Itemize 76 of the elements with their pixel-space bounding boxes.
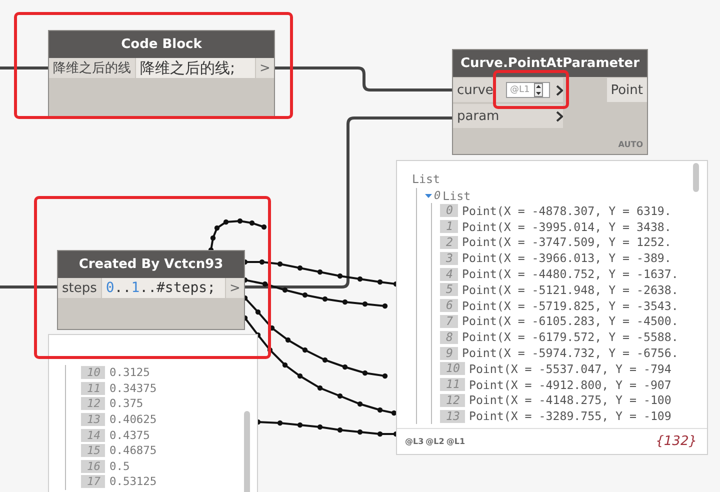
- node-title: Code Block: [49, 31, 274, 58]
- point-value: Point(X = -5974.732, Y = -6756.: [462, 346, 678, 360]
- output-port[interactable]: Point: [606, 78, 647, 102]
- item-index: 10: [440, 362, 465, 376]
- input-port[interactable]: param: [453, 104, 563, 128]
- level-label: @L2: [426, 437, 444, 446]
- point-value: Point(X = -4148.275, Y = -100: [468, 393, 672, 408]
- item-index: 2: [440, 236, 458, 249]
- connector-wire: [0, 286, 57, 288]
- spinner-arrows-icon[interactable]: [534, 83, 543, 97]
- point-value: Point(X = -5537.047, Y = -794: [468, 362, 672, 376]
- item-index: 14: [81, 428, 106, 442]
- number-value: 0.53125: [109, 475, 157, 488]
- item-index: 4: [440, 268, 458, 281]
- point-value: Point(X = -5121.948, Y = -2638.: [462, 282, 678, 297]
- triangle-down-icon[interactable]: [425, 192, 432, 199]
- item-index: 17: [81, 475, 106, 488]
- item-index: 16: [81, 460, 106, 473]
- number-value: 0.375: [109, 397, 144, 410]
- input-port[interactable]: 降维之后的线: [49, 58, 135, 78]
- dotted-curve: [208, 218, 267, 253]
- number-value: 0.3125: [109, 366, 150, 380]
- scrollbar-thumb[interactable]: [693, 163, 699, 192]
- item-index: 12: [81, 397, 106, 410]
- point-value: Point(X = -4878.307, Y = 6319.: [462, 204, 672, 218]
- number-value: 0.5: [109, 460, 130, 473]
- item-index: 11: [81, 382, 106, 395]
- point-value: Point(X = -3995.014, Y = 3438.: [462, 220, 672, 234]
- node-title: Curve.PointAtParameter: [453, 50, 647, 77]
- item-index: 1: [440, 220, 458, 234]
- connector-wire: [0, 66, 48, 70]
- number-value: 0.4375: [109, 428, 150, 442]
- node-title: Created By Vctcn93: [58, 251, 244, 278]
- code-field[interactable]: 0..1..#steps;: [102, 278, 225, 298]
- item-index: 7: [440, 314, 458, 328]
- point-value: Point(X = -4912.800, Y = -907: [468, 378, 672, 392]
- item-index: 9: [440, 346, 458, 360]
- code-block-node[interactable]: Created By Vctcn93 steps 0..1..#steps; >: [57, 250, 245, 330]
- number-value: 0.40625: [109, 413, 157, 426]
- input-port[interactable]: curve @L1: [453, 78, 563, 102]
- point-value: Point(X = -3289.755, Y = -109: [468, 409, 672, 424]
- item-index: 0: [440, 204, 458, 218]
- level-label: @L1: [446, 437, 466, 446]
- item-index: 11: [440, 378, 465, 392]
- output-port[interactable]: >: [226, 278, 244, 298]
- item-count: {132}: [656, 434, 697, 449]
- level-label: @L3: [405, 437, 424, 446]
- point-value: Point(X = -6105.283, Y = -4500.: [462, 314, 678, 328]
- point-value: Point(X = -6179.572, Y = -5588.: [462, 330, 678, 344]
- code-field[interactable]: 降维之后的线;: [136, 58, 255, 78]
- point-value: Point(X = -5719.825, Y = -3543.: [462, 298, 678, 313]
- item-index: 3: [440, 252, 458, 265]
- item-index: 15: [81, 444, 106, 458]
- item-index: 8: [440, 330, 458, 344]
- list-label: List: [442, 188, 471, 202]
- code-block-node[interactable]: Code Block 降维之后的线 降维之后的线; >: [48, 30, 275, 118]
- item-index: 13: [440, 410, 465, 423]
- scrollbar-thumb[interactable]: [244, 411, 250, 492]
- point-value: Point(X = -4480.752, Y = -1637.: [462, 267, 678, 282]
- curve-point-node[interactable]: Curve.PointAtParameter curve @L1 param Point AUTO: [452, 49, 648, 155]
- lacing-label: AUTO: [618, 140, 643, 149]
- item-index: 6: [440, 299, 458, 312]
- point-value: Point(X = -3966.013, Y = -389.: [462, 251, 672, 266]
- number-value: 0.46875: [109, 444, 157, 458]
- input-port[interactable]: steps: [58, 278, 101, 298]
- list-title: List: [412, 172, 440, 186]
- point-value: Point(X = -3747.509, Y = 1252.: [462, 235, 672, 250]
- chevron-right-icon: [556, 110, 563, 122]
- item-index: 13: [81, 413, 106, 426]
- number-value: 0.34375: [109, 382, 157, 395]
- item-index: 12: [440, 394, 465, 407]
- item-index: 10: [81, 366, 106, 380]
- chevron-right-icon: [556, 84, 563, 96]
- list-index: 0: [434, 189, 441, 202]
- item-index: 5: [440, 283, 458, 296]
- output-port[interactable]: >: [256, 58, 274, 78]
